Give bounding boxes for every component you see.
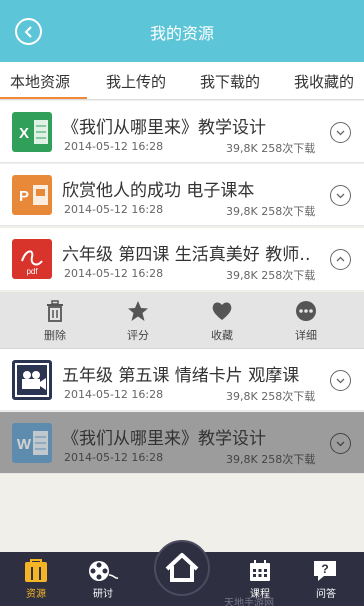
word-file-icon: W — [12, 423, 52, 463]
file-date: 2014-05-12 16:28 — [64, 267, 164, 280]
file-size-downloads: 39,8K 258次下载 — [226, 453, 316, 466]
file-date: 2014-05-12 16:28 — [64, 451, 164, 464]
favorite-button[interactable]: 收藏 — [192, 300, 252, 343]
nav-qa[interactable]: ? 问答 — [298, 559, 354, 600]
more-icon — [296, 301, 316, 321]
file-name: 《我们从哪里来》教学设计 — [62, 429, 266, 449]
calendar-icon — [250, 560, 270, 581]
star-icon — [128, 301, 148, 321]
file-row-expanded[interactable]: pdf 六年级 第四课 生活真美好 教师… 2014-05-12 16:28 3… — [0, 228, 364, 290]
svg-text:pdf: pdf — [26, 267, 38, 276]
nav-qa-label: 问答 — [316, 589, 336, 600]
rate-button[interactable]: 评分 — [108, 300, 168, 343]
file-date: 2014-05-12 16:28 — [64, 140, 164, 153]
file-row[interactable]: P 欣赏他人的成功 电子课本 2014-05-12 16:28 39,8K 25… — [0, 164, 364, 226]
expand-toggle-button[interactable] — [330, 122, 351, 143]
powerpoint-file-icon: P — [12, 175, 52, 215]
file-name: 《我们从哪里来》教学设计 — [62, 118, 266, 138]
file-date: 2014-05-12 16:28 — [64, 203, 164, 216]
file-date: 2014-05-12 16:28 — [64, 388, 164, 401]
file-name: 欣赏他人的成功 电子课本 — [62, 181, 255, 201]
file-size-downloads: 39,8K 258次下载 — [226, 142, 316, 155]
svg-text:P: P — [19, 188, 29, 205]
tab-bar: 本地资源 我上传的 我下载的 我收藏的 — [0, 62, 364, 100]
pdf-file-icon: pdf — [12, 239, 52, 279]
expand-toggle-button[interactable] — [330, 433, 351, 454]
favorite-label: 收藏 — [211, 329, 233, 342]
tab-uploaded[interactable]: 我上传的 — [106, 71, 166, 92]
excel-file-icon: X — [12, 112, 52, 152]
file-row-highlighted[interactable]: W 《我们从哪里来》教学设计 2014-05-12 16:28 39,8K 25… — [0, 412, 364, 474]
chevron-down-icon — [336, 441, 345, 447]
chevron-up-icon — [336, 256, 345, 262]
rate-label: 评分 — [127, 329, 149, 342]
heart-icon — [212, 302, 232, 320]
video-file-icon — [12, 360, 52, 400]
watermark: 天地手游网 — [224, 598, 274, 606]
nav-resources-label: 资源 — [26, 589, 46, 600]
resources-icon — [25, 559, 47, 582]
details-button[interactable]: 详细 — [276, 300, 336, 343]
file-size-downloads: 39,8K 258次下载 — [226, 269, 316, 282]
page-title: 我的资源 — [149, 24, 214, 43]
svg-text:?: ? — [321, 562, 328, 576]
tab-favorites[interactable]: 我收藏的 — [294, 71, 354, 92]
home-icon — [165, 553, 199, 582]
trash-icon — [47, 300, 63, 322]
expand-toggle-button[interactable] — [330, 370, 351, 391]
film-reel-icon — [89, 561, 119, 581]
expand-toggle-button[interactable] — [330, 185, 351, 206]
file-name: 六年级 第四课 生活真美好 教师… — [62, 245, 312, 265]
file-row[interactable]: X 《我们从哪里来》教学设计 2014-05-12 16:28 39,8K 25… — [0, 101, 364, 163]
file-name: 五年级 第五课 情绪卡片 观摩课 — [62, 366, 300, 386]
nav-discussion[interactable]: 研讨 — [75, 559, 131, 600]
delete-button[interactable]: 删除 — [25, 300, 85, 343]
details-label: 详细 — [295, 329, 317, 342]
home-button[interactable] — [154, 540, 210, 596]
tab-downloaded[interactable]: 我下载的 — [200, 71, 260, 92]
svg-text:W: W — [17, 436, 32, 453]
tab-local-resources[interactable]: 本地资源 — [10, 71, 70, 92]
nav-discussion-label: 研讨 — [93, 589, 113, 600]
header-bar: 我的资源 — [0, 0, 364, 62]
question-chat-icon: ? — [314, 561, 336, 581]
delete-label: 删除 — [44, 329, 66, 342]
active-tab-indicator — [0, 97, 87, 99]
file-action-bar: 删除 评分 收藏 详细 — [0, 292, 364, 349]
file-row[interactable]: 五年级 第五课 情绪卡片 观摩课 2014-05-12 16:28 39,8K … — [0, 349, 364, 411]
chevron-down-icon — [336, 130, 345, 136]
file-size-downloads: 39,8K 258次下载 — [226, 390, 316, 403]
svg-text:X: X — [19, 125, 29, 142]
chevron-down-icon — [336, 378, 345, 384]
file-size-downloads: 39,8K 258次下载 — [226, 205, 316, 218]
chevron-down-icon — [336, 193, 345, 199]
collapse-toggle-button[interactable] — [330, 249, 351, 270]
nav-resources[interactable]: 资源 — [8, 559, 64, 600]
